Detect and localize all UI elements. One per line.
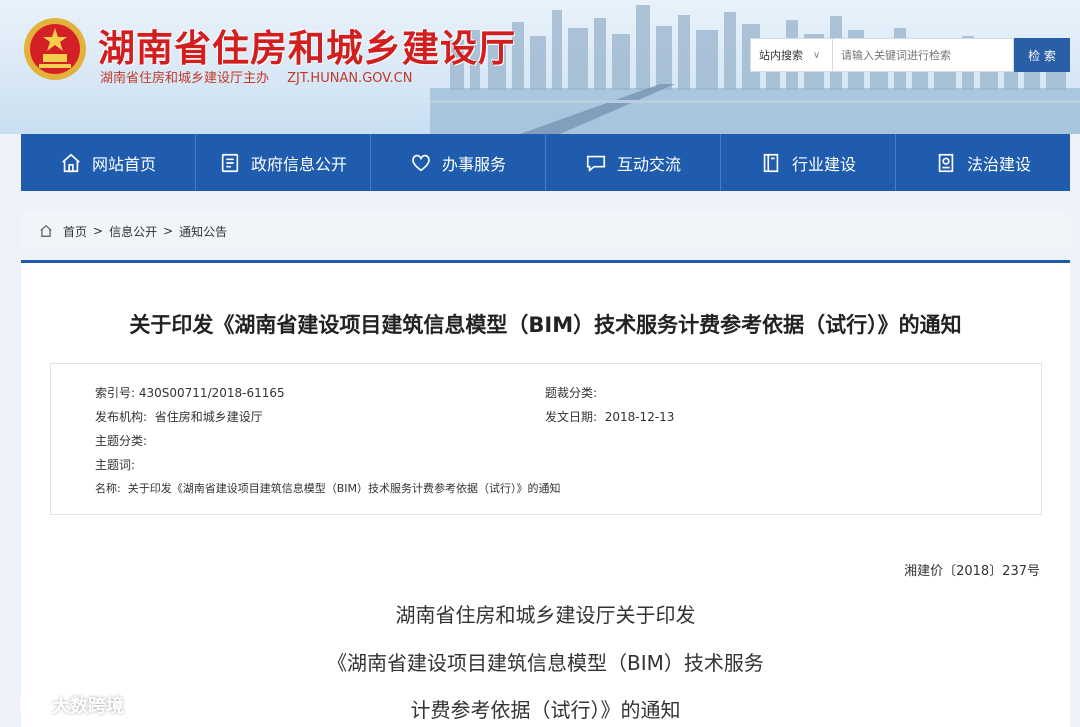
meta-name: 名称: 关于印发《湖南省建设项目建筑信息模型（BIM）技术服务计费参考依据（试行… (95, 480, 561, 496)
breadcrumb-item-info[interactable]: 信息公开 (109, 223, 157, 240)
heading-line: 湖南省住房和城乡建设厅关于印发 (395, 603, 696, 627)
document-icon (221, 153, 239, 172)
breadcrumb-separator: > (163, 224, 174, 238)
nav-item-services[interactable]: 办事服务 (371, 134, 546, 191)
home-icon (40, 224, 52, 237)
meta-date: 发文日期: 2018-12-13 (545, 408, 674, 425)
meta-topic: 主题分类: (95, 432, 147, 449)
nav-item-industry[interactable]: 行业建设 (721, 134, 896, 191)
meta-value: 关于印发《湖南省建设项目建筑信息模型（BIM）技术服务计费参考依据（试行）》的通… (127, 482, 561, 495)
heading-line: 《湖南省建设项目建筑信息模型（BIM）技术服务 (327, 651, 764, 675)
nav-item-home[interactable]: 网站首页 (21, 134, 196, 191)
site-subtitle: 湖南省住房和城乡建设厅主办 ZJT.HUNAN.GOV.CN (100, 67, 426, 86)
site-header: 湖南省住房和城乡建设厅 湖南省住房和城乡建设厅主办 ZJT.HUNAN.GOV.… (0, 0, 1080, 134)
meta-label: 索引号: (95, 386, 136, 400)
nav-item-law[interactable]: 法治建设 (896, 134, 1070, 191)
law-icon (938, 153, 954, 172)
search-input[interactable] (832, 38, 1014, 72)
watermark: 大数跨境 (18, 692, 124, 718)
nav-label: 互动交流 (616, 154, 681, 174)
nav-label: 政府信息公开 (250, 154, 347, 174)
nav-item-gov-info[interactable]: 政府信息公开 (196, 134, 371, 191)
article-title: 关于印发《湖南省建设项目建筑信息模型（BIM）技术服务计费参考依据（试行）》的通… (129, 313, 962, 337)
chat-bubble-icon (20, 695, 46, 714)
breadcrumb-item-home[interactable]: 首页 (63, 223, 87, 240)
meta-label: 发文日期: (545, 410, 598, 424)
breadcrumb-separator: > (93, 224, 104, 238)
nav-label: 办事服务 (441, 154, 506, 174)
search-scope-select[interactable]: 站内搜索 ∨ (750, 38, 832, 72)
heart-icon (412, 154, 430, 171)
nav-label: 行业建设 (791, 154, 856, 174)
meta-label: 名称: (95, 482, 121, 495)
site-domain: ZJT.HUNAN.GOV.CN (287, 71, 413, 86)
national-emblem-icon (24, 18, 86, 80)
site-title[interactable]: 湖南省住房和城乡建设厅 (98, 18, 516, 72)
meta-label: 发布机构: (95, 410, 148, 424)
meta-label: 题裁分类: (545, 386, 598, 400)
watermark-text: 大数跨境 (52, 696, 124, 717)
meta-label: 主题词: (95, 458, 136, 472)
chat-icon (586, 155, 606, 172)
heading-line: 计费参考依据（试行）》的通知 (410, 698, 681, 722)
meta-publisher: 发布机构: 省住房和城乡建设厅 (95, 408, 263, 425)
book-icon (763, 153, 779, 172)
meta-genre: 题裁分类: (545, 384, 597, 401)
meta-index: 索引号: 430S00711/2018-61165 (95, 384, 285, 401)
home-icon (62, 153, 80, 172)
chevron-down-icon: ∨ (813, 49, 821, 61)
document-number: 湘建价〔2018〕237号 (904, 564, 1040, 579)
nav-item-interaction[interactable]: 互动交流 (546, 134, 721, 191)
article-panel: 关于印发《湖南省建设项目建筑信息模型（BIM）技术服务计费参考依据（试行）》的通… (21, 260, 1070, 727)
meta-value: 2018-12-13 (604, 410, 675, 424)
metadata-box: 索引号: 430S00711/2018-61165 题裁分类: 发布机构: 省住… (50, 363, 1042, 515)
nav-label: 法治建设 (966, 154, 1031, 174)
sponsor-text: 湖南省住房和城乡建设厅主办 (100, 71, 270, 86)
search-bar: 站内搜索 ∨ 检 索 (750, 38, 1070, 72)
main-nav: 网站首页 政府信息公开 办事服务 互动交流 行业建设 法治建设 (21, 134, 1070, 191)
meta-keywords: 主题词: (95, 456, 135, 473)
meta-value: 430S00711/2018-61165 (138, 386, 285, 400)
search-button[interactable]: 检 索 (1014, 38, 1070, 72)
search-scope-label: 站内搜索 (759, 49, 803, 62)
meta-value: 省住房和城乡建设厅 (154, 410, 263, 424)
meta-label: 主题分类: (95, 434, 148, 448)
breadcrumb: 首页 > 信息公开 > 通知公告 (21, 212, 1070, 250)
nav-label: 网站首页 (91, 154, 156, 174)
breadcrumb-item-notice[interactable]: 通知公告 (179, 223, 227, 240)
